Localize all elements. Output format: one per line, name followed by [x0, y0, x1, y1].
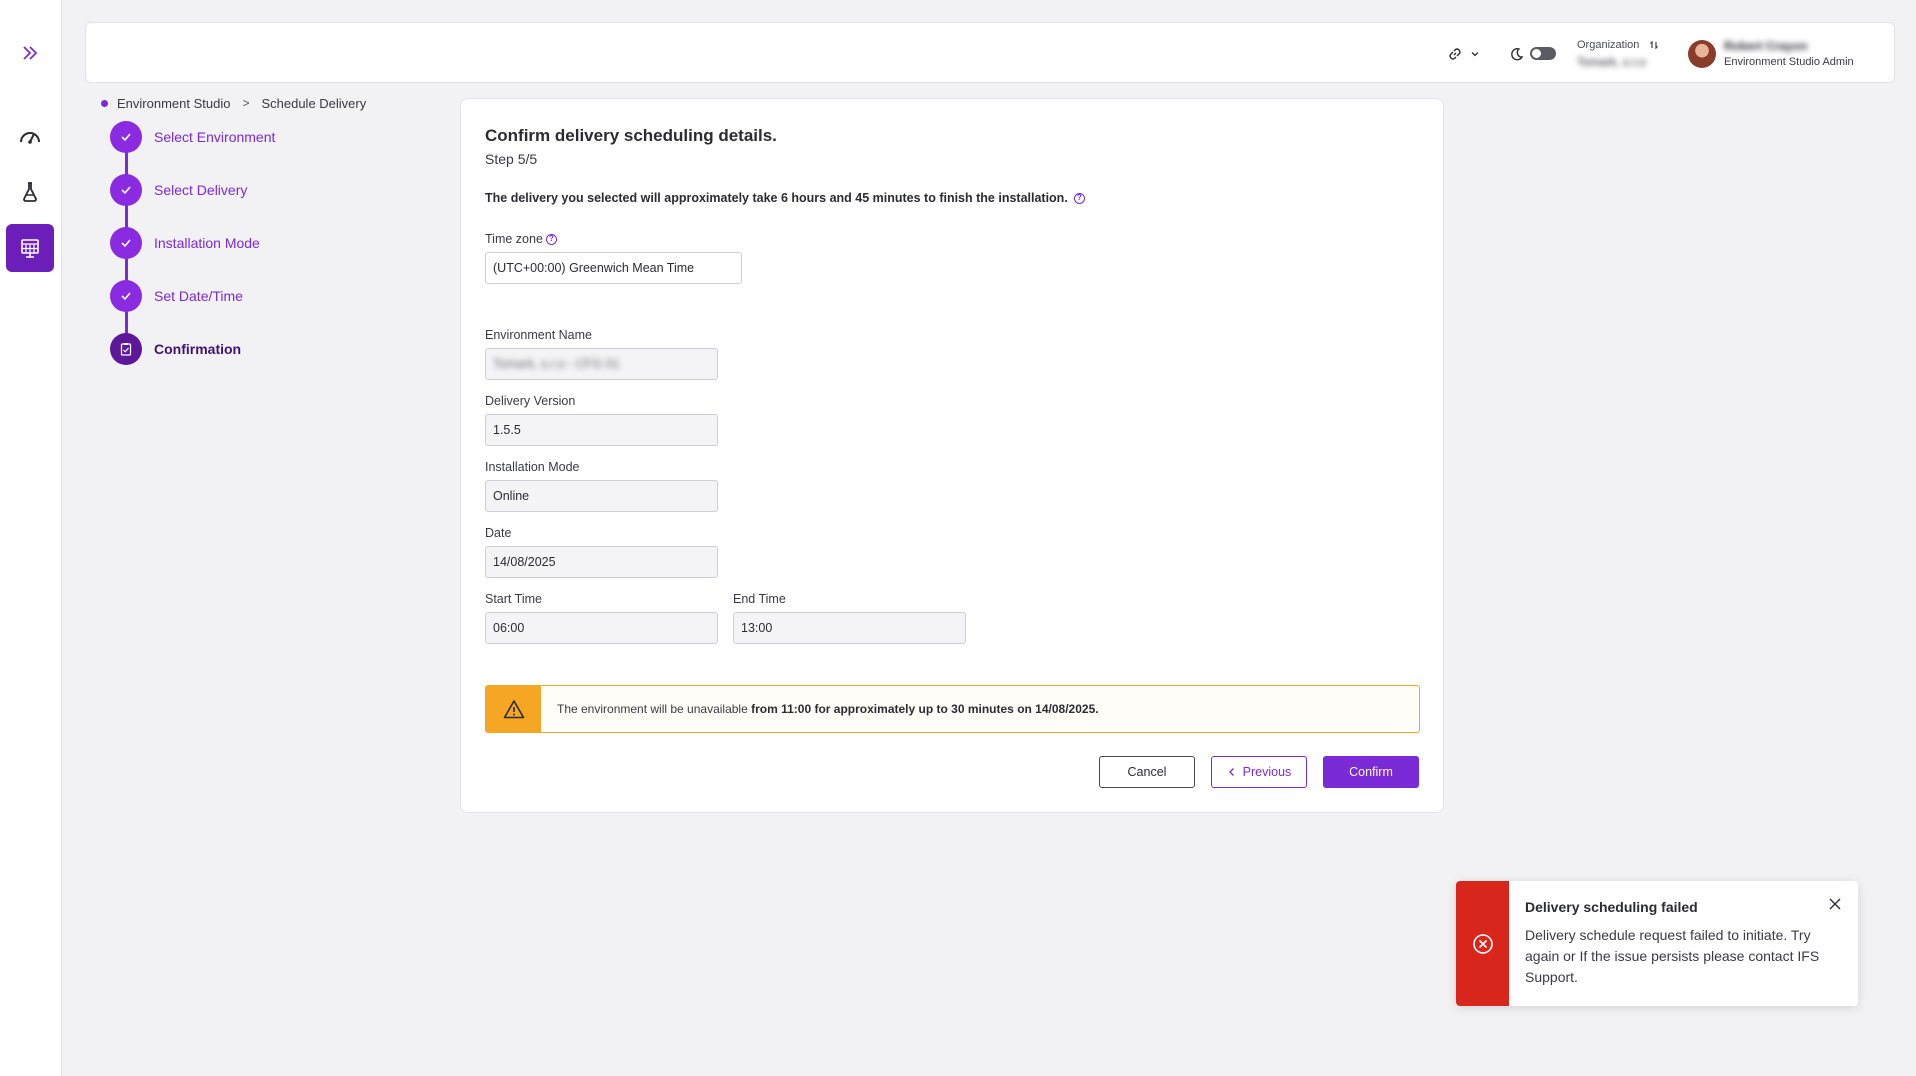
warning-triangle-icon	[503, 700, 524, 719]
timezone-value: (UTC+00:00) Greenwich Mean Time	[493, 261, 695, 275]
environment-name-label: Environment Name	[485, 328, 592, 342]
warning-text-suffix: on 14/08/2025.	[1017, 702, 1099, 716]
step-label: Set Date/Time	[154, 288, 243, 304]
date-value: 14/08/2025	[493, 555, 556, 569]
organization-label: Organization	[1577, 38, 1640, 51]
error-circle-x-icon	[1472, 933, 1493, 954]
breadcrumb-separator: >	[242, 96, 250, 110]
step-indicator: Step 5/5	[485, 151, 538, 167]
help-icon[interactable]: ?	[545, 233, 557, 245]
toast-title: Delivery scheduling failed	[1525, 899, 1698, 915]
duration-info: The delivery you selected will approxima…	[485, 191, 1085, 205]
step-select-delivery[interactable]: Select Delivery	[110, 174, 247, 206]
breadcrumb: Environment Studio > Schedule Delivery	[101, 94, 366, 112]
step-installation-mode[interactable]: Installation Mode	[110, 227, 260, 259]
environment-name-value: Tomark, s.r.o - CFG 01	[493, 357, 620, 371]
timezone-label-text: Time zone	[485, 232, 543, 246]
toast-message: Delivery schedule request failed to init…	[1525, 927, 1820, 985]
timezone-label: Time zone ?	[485, 232, 557, 246]
delivery-version-label: Delivery Version	[485, 394, 576, 408]
breadcrumb-item-environment-studio[interactable]: Environment Studio	[117, 96, 230, 111]
expand-menu-button[interactable]	[6, 29, 54, 77]
error-toast: Delivery scheduling failed Delivery sche…	[1456, 881, 1858, 1006]
help-icon[interactable]: ?	[1073, 192, 1085, 204]
speedometer-icon	[20, 132, 40, 144]
user-role: Environment Studio Admin	[1724, 56, 1854, 68]
nav-dashboard-button[interactable]	[6, 112, 54, 160]
theme-toggle[interactable]	[1510, 23, 1556, 84]
avatar	[1688, 39, 1716, 68]
step-label: Installation Mode	[154, 235, 260, 251]
confirmation-card: Confirm delivery scheduling details. Ste…	[460, 98, 1444, 813]
end-time-value: 13:00	[741, 621, 773, 635]
left-rail	[0, 0, 62, 1076]
checkmark-icon	[121, 239, 131, 248]
flask-icon	[23, 182, 37, 202]
duration-info-text: The delivery you selected will approxima…	[485, 191, 1068, 205]
installation-mode-field: Online	[485, 480, 718, 512]
previous-button-label: Previous	[1242, 765, 1292, 779]
dark-mode-switch[interactable]	[1530, 47, 1556, 60]
installation-mode-label: Installation Mode	[485, 460, 580, 474]
nav-deployment-button[interactable]	[6, 168, 54, 216]
checkmark-icon	[121, 186, 131, 195]
date-label: Date	[485, 526, 512, 540]
step-label: Select Environment	[154, 129, 276, 145]
top-bar: Organization Tomark, s.r.o Robert Crayon…	[85, 22, 1895, 83]
step-complete-circle	[110, 174, 142, 206]
step-label: Confirmation	[154, 341, 242, 357]
delivery-version-field: 1.5.5	[485, 414, 718, 446]
step-label: Select Delivery	[154, 182, 248, 198]
unavailability-warning: The environment will be unavailable from…	[485, 685, 1420, 733]
organization-switcher[interactable]: Organization Tomark, s.r.o	[1577, 23, 1659, 84]
warning-text: The environment will be unavailable from…	[557, 702, 1099, 716]
chevron-down-icon	[1471, 51, 1479, 56]
user-name: Robert Crayon	[1724, 39, 1808, 53]
start-time-label: Start Time	[485, 592, 542, 606]
double-chevron-right-icon	[23, 46, 38, 60]
step-current-circle	[110, 333, 142, 365]
step-complete-circle	[110, 121, 142, 153]
delivery-version-value: 1.5.5	[493, 423, 521, 437]
moon-icon	[1511, 47, 1524, 60]
clipboard-check-icon	[120, 343, 132, 356]
timezone-field[interactable]: (UTC+00:00) Greenwich Mean Time	[485, 252, 742, 284]
step-select-environment[interactable]: Select Environment	[110, 121, 275, 153]
warning-text-prefix: The environment will be unavailable	[557, 702, 752, 716]
card-title: Confirm delivery scheduling details.	[485, 126, 777, 145]
breadcrumb-dot	[101, 99, 108, 107]
swap-icon	[1650, 40, 1659, 49]
date-field: 14/08/2025	[485, 546, 718, 578]
end-time-field: 13:00	[733, 612, 966, 644]
warning-text-bold: from 11:00 for approximately up to 30 mi…	[751, 702, 1018, 716]
checkmark-icon	[121, 292, 131, 301]
cancel-button[interactable]: Cancel	[1099, 756, 1195, 788]
toast-stripe	[1456, 881, 1509, 1006]
step-complete-circle	[110, 227, 142, 259]
links-dropdown[interactable]	[1448, 23, 1480, 84]
organization-value: Tomark, s.r.o	[1577, 54, 1646, 69]
toast-body: Delivery scheduling failed Delivery sche…	[1509, 881, 1839, 1006]
checkmark-icon	[121, 133, 131, 142]
calendar-grid-icon	[21, 239, 39, 258]
confirm-button[interactable]: Confirm	[1323, 756, 1419, 788]
environment-name-field: Tomark, s.r.o - CFG 01	[485, 348, 718, 380]
nav-environment-studio-button[interactable]	[6, 224, 54, 272]
close-icon[interactable]	[1828, 897, 1842, 911]
chevron-left-icon	[1228, 768, 1234, 776]
step-complete-circle	[110, 280, 142, 312]
link-icon	[1449, 47, 1461, 60]
step-confirmation: Confirmation	[110, 333, 241, 365]
breadcrumb-item-schedule-delivery: Schedule Delivery	[261, 95, 367, 111]
installation-mode-value: Online	[493, 489, 530, 503]
end-time-label: End Time	[733, 592, 786, 606]
warning-icon-box	[486, 686, 541, 732]
start-time-value: 06:00	[493, 621, 525, 635]
step-set-date-time[interactable]: Set Date/Time	[110, 280, 243, 312]
previous-button[interactable]: Previous	[1211, 756, 1307, 788]
user-menu[interactable]: Robert Crayon Environment Studio Admin	[1688, 23, 1854, 84]
start-time-field: 06:00	[485, 612, 718, 644]
